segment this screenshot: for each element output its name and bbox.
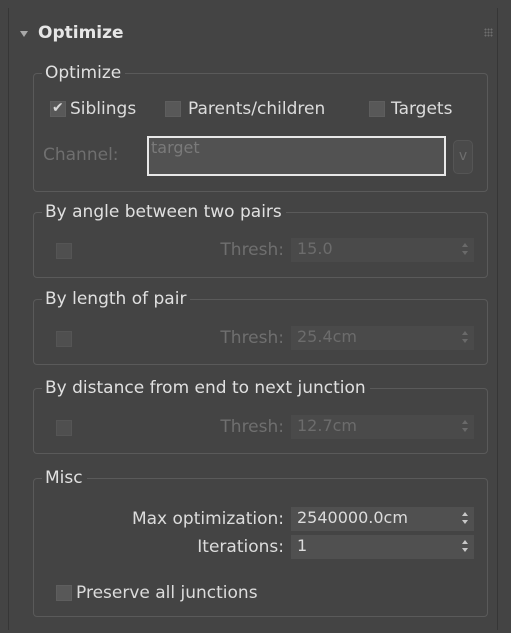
misc-group-legend: Misc [42,467,87,489]
iterations-label: Iterations: [197,537,284,557]
channel-input[interactable]: target [147,136,446,176]
iterations-spinner[interactable]: 1 [291,535,474,559]
spinner-arrows-icon[interactable] [462,420,468,432]
angle-thresh-label: Thresh: [220,240,284,260]
optimize-group-legend: Optimize [42,62,126,84]
rollout-title: Optimize [38,23,124,43]
misc-group: Misc Max optimization: 2540000.0cm Itera… [33,467,488,617]
distance-group: By distance from end to next junction Th… [33,377,488,454]
checkmark-icon: ✔ [52,100,64,116]
drag-grip-icon[interactable] [484,28,493,37]
length-thresh-label: Thresh: [220,328,284,348]
max-optimization-spinner[interactable]: 2540000.0cm [291,507,474,531]
channel-value: target [151,138,200,157]
max-optimization-value: 2540000.0cm [297,508,408,527]
targets-label[interactable]: Targets [391,99,452,119]
spinner-arrows-icon[interactable] [462,540,468,552]
distance-thresh-spinner[interactable]: 12.7cm [291,415,474,439]
distance-thresh-value: 12.7cm [297,416,358,435]
parents-children-label[interactable]: Parents/children [188,99,325,119]
length-group: By length of pair Thresh: 25.4cm [33,288,488,365]
spinner-arrows-icon[interactable] [462,331,468,343]
angle-group: By angle between two pairs Thresh: 15.0 [33,201,488,278]
optimize-group: Optimize ✔ Siblings Parents/children Tar… [33,62,488,192]
siblings-label[interactable]: Siblings [70,99,136,119]
length-group-legend: By length of pair [42,288,191,310]
length-thresh-value: 25.4cm [297,327,358,346]
length-thresh-spinner[interactable]: 25.4cm [291,326,474,350]
angle-enable-checkbox[interactable] [56,243,72,259]
parents-children-checkbox[interactable] [165,101,181,117]
distance-group-legend: By distance from end to next junction [42,377,370,399]
channel-dropdown-button[interactable]: v [453,140,473,174]
angle-thresh-value: 15.0 [297,239,333,258]
distance-enable-checkbox[interactable] [56,420,72,436]
distance-thresh-label: Thresh: [220,417,284,437]
spinner-arrows-icon[interactable] [462,243,468,255]
collapse-triangle-icon[interactable] [20,30,28,37]
rollout-header[interactable]: Optimize [20,22,124,44]
iterations-value: 1 [297,536,308,555]
spinner-arrows-icon[interactable] [462,512,468,524]
channel-label: Channel: [43,145,119,165]
siblings-checkbox[interactable]: ✔ [50,100,66,117]
targets-checkbox[interactable] [369,101,385,117]
preserve-junctions-label[interactable]: Preserve all junctions [76,583,258,603]
max-optimization-label: Max optimization: [131,509,284,529]
angle-group-legend: By angle between two pairs [42,201,286,223]
angle-thresh-spinner[interactable]: 15.0 [291,238,474,262]
preserve-junctions-checkbox[interactable] [56,585,72,601]
length-enable-checkbox[interactable] [56,331,72,347]
